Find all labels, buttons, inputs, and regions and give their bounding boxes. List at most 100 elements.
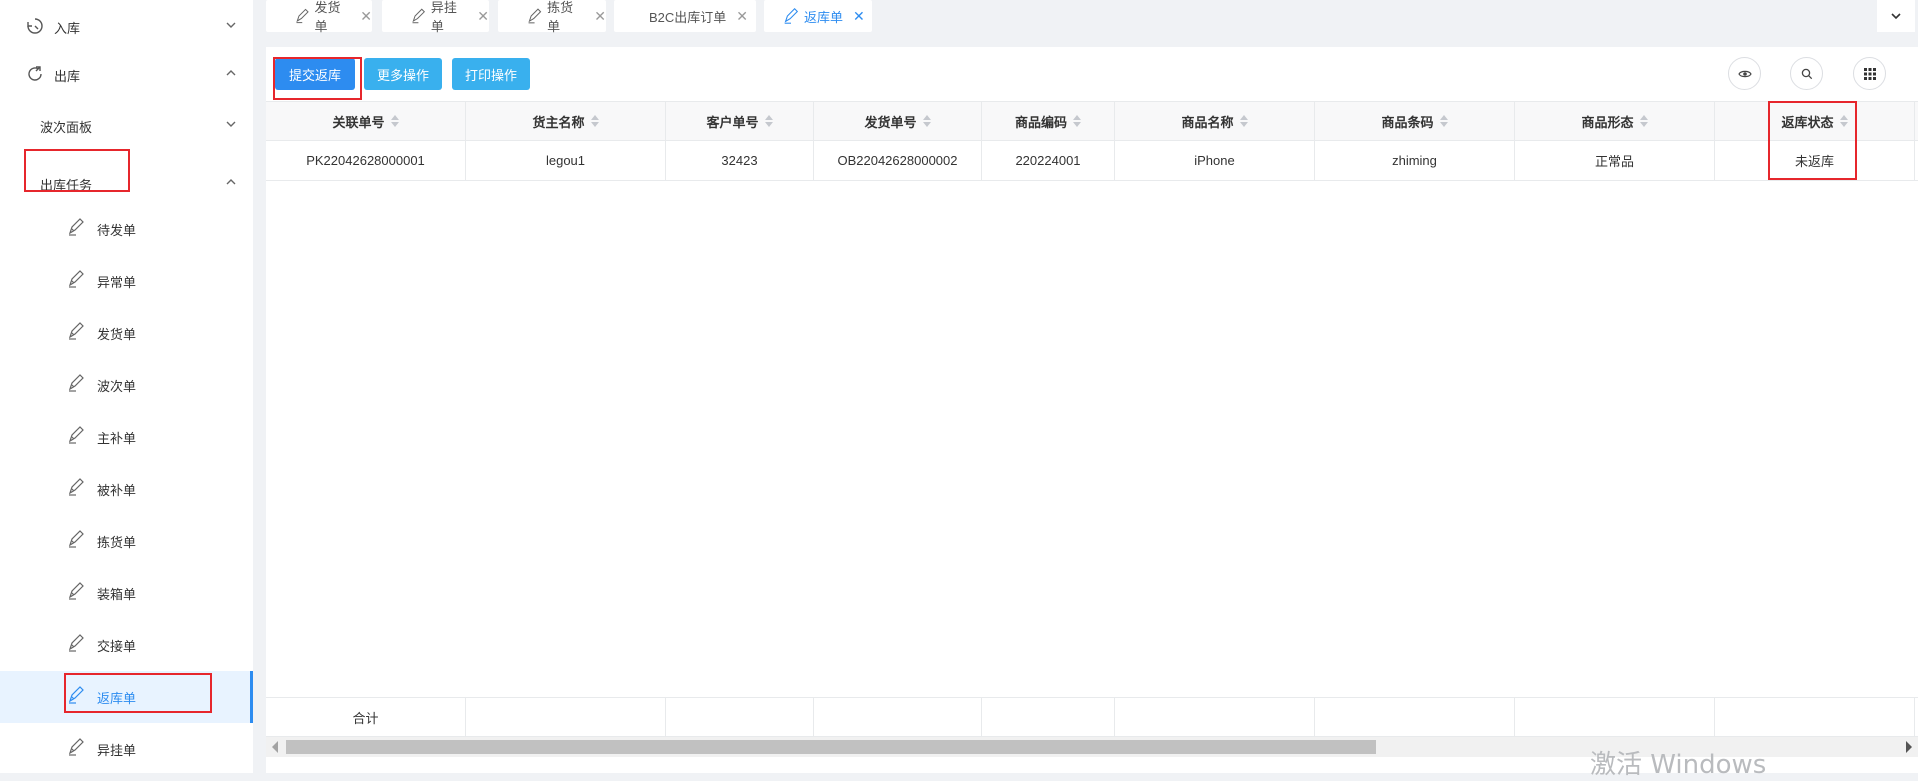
close-icon[interactable]: ✕	[594, 8, 606, 25]
sidebar-item-label: 发货单	[97, 327, 137, 342]
sidebar-item-picking[interactable]: 拣货单	[0, 515, 253, 567]
tab-more-button[interactable]	[1877, 0, 1915, 32]
column-header[interactable]: 客户单号	[666, 102, 814, 140]
tab-label: 拣货单	[547, 0, 574, 34]
footer-cell	[814, 698, 982, 736]
menu-wave-panel[interactable]: 波次面板	[0, 99, 253, 151]
table-cell: zhiming	[1315, 141, 1515, 180]
tab-b2c-order[interactable]: B2C出库订单 ✕	[614, 0, 756, 32]
close-icon[interactable]: ✕	[360, 8, 372, 25]
chevron-up-icon	[226, 70, 236, 76]
tab-hang[interactable]: 异挂单 ✕	[382, 0, 489, 34]
view-toggle-button[interactable]	[1728, 57, 1761, 90]
column-settings-button[interactable]	[1853, 57, 1886, 90]
chevron-down-icon	[226, 22, 236, 28]
column-header[interactable]: 商品名称	[1115, 102, 1315, 140]
menu-inbound-label: 入库	[54, 21, 81, 36]
sort-icon	[590, 115, 599, 127]
footer-cell	[1515, 698, 1715, 736]
sidebar-item-label: 被补单	[97, 483, 137, 498]
tab-label: 返库单	[804, 9, 844, 25]
pen-icon	[68, 686, 84, 704]
sidebar-item-hang[interactable]: 异挂单	[0, 723, 253, 773]
column-header[interactable]: 商品编码	[982, 102, 1115, 140]
pen-icon	[296, 8, 309, 24]
sort-icon	[1439, 115, 1448, 127]
column-header[interactable]: 关联单号	[266, 102, 466, 140]
tab-return[interactable]: 返库单 ✕	[764, 0, 872, 32]
chevron-down-icon	[226, 121, 236, 127]
sort-icon	[764, 115, 773, 127]
chevron-down-icon	[1891, 13, 1901, 20]
scrollbar-thumb[interactable]	[286, 740, 1376, 754]
pen-icon	[68, 322, 84, 340]
sidebar-item-label: 拣货单	[97, 535, 137, 550]
search-button[interactable]	[1790, 57, 1823, 90]
sidebar-item-label: 装箱单	[97, 587, 137, 602]
sidebar-item-label: 主补单	[97, 431, 137, 446]
eye-icon	[1737, 70, 1752, 77]
menu-outbound-task[interactable]: 出库任务	[0, 153, 253, 205]
sidebar-item-handover[interactable]: 交接单	[0, 619, 253, 671]
sort-icon	[1639, 115, 1648, 127]
pen-icon	[68, 634, 84, 652]
table-cell: 220224001	[982, 141, 1115, 180]
sidebar-item-return[interactable]: 返库单	[0, 671, 253, 723]
footer-cell	[466, 698, 666, 736]
sidebar-item-wave[interactable]: 波次单	[0, 359, 253, 411]
sidebar-item-exception[interactable]: 异常单	[0, 255, 253, 307]
tab-label: B2C出库订单	[649, 9, 727, 25]
close-icon[interactable]: ✕	[736, 8, 748, 25]
sort-icon	[1073, 115, 1081, 127]
menu-outbound[interactable]: 出库	[0, 48, 253, 100]
sidebar-item-replenished[interactable]: 被补单	[0, 463, 253, 515]
pen-icon	[784, 8, 799, 24]
pen-icon	[68, 478, 84, 496]
pen-icon	[68, 374, 84, 392]
sidebar-item-label: 异常单	[97, 275, 137, 290]
pen-icon	[68, 426, 84, 444]
menu-outbound-label: 出库	[54, 69, 81, 84]
sort-icon	[1239, 115, 1248, 127]
menu-inbound[interactable]: 入库	[0, 0, 253, 52]
table-cell: PK22042628000001	[266, 141, 466, 180]
pen-icon	[68, 218, 84, 236]
sidebar-item-shipping[interactable]: 发货单	[0, 307, 253, 359]
column-header[interactable]: 商品形态	[1515, 102, 1715, 140]
sidebar: 入库 出库 波次面板 出库任务 待发单 异常单 发货单 波次单 主补单 被补单	[0, 0, 253, 773]
column-header[interactable]: 发货单号	[814, 102, 982, 140]
scroll-right-arrow-icon[interactable]	[1906, 741, 1912, 753]
column-header[interactable]: 返库状态	[1715, 102, 1915, 140]
pen-icon	[68, 530, 84, 548]
close-icon[interactable]: ✕	[477, 8, 489, 25]
inbound-icon	[27, 18, 43, 34]
close-icon[interactable]: ✕	[853, 8, 865, 25]
tab-label: 异挂单	[430, 0, 457, 34]
sort-icon	[1839, 115, 1848, 127]
sort-icon	[922, 115, 931, 127]
tab-bar: 发货单 ✕ 异挂单 ✕ 拣货单 ✕ B2C出库订单 ✕ 返库单 ✕	[253, 0, 1918, 38]
tab-shipping[interactable]: 发货单 ✕	[266, 0, 372, 34]
submit-return-button[interactable]: 提交返库	[275, 58, 355, 90]
active-indicator	[250, 671, 253, 723]
sidebar-item-main-replenish[interactable]: 主补单	[0, 411, 253, 463]
scroll-left-arrow-icon[interactable]	[272, 741, 278, 753]
footer-cell	[1115, 698, 1315, 736]
tab-picking[interactable]: 拣货单 ✕	[498, 0, 606, 34]
sidebar-item-label: 返库单	[97, 691, 137, 706]
table-cell: legou1	[466, 141, 666, 180]
outbound-icon	[28, 66, 42, 81]
footer-label: 合计	[266, 698, 466, 736]
table-footer: 合计	[266, 697, 1918, 737]
footer-cell	[982, 698, 1115, 736]
print-actions-button[interactable]: 打印操作	[452, 58, 530, 90]
column-header[interactable]: 货主名称	[466, 102, 666, 140]
pen-icon	[412, 8, 426, 24]
table-row[interactable]: PK22042628000001 legou1 32423 OB22042628…	[266, 141, 1918, 181]
sidebar-item-packing[interactable]: 装箱单	[0, 567, 253, 619]
sort-icon	[390, 115, 399, 127]
more-actions-button[interactable]: 更多操作	[364, 58, 442, 90]
sidebar-item-pending[interactable]: 待发单	[0, 203, 253, 255]
column-header[interactable]: 商品条码	[1315, 102, 1515, 140]
pen-icon	[68, 582, 84, 600]
